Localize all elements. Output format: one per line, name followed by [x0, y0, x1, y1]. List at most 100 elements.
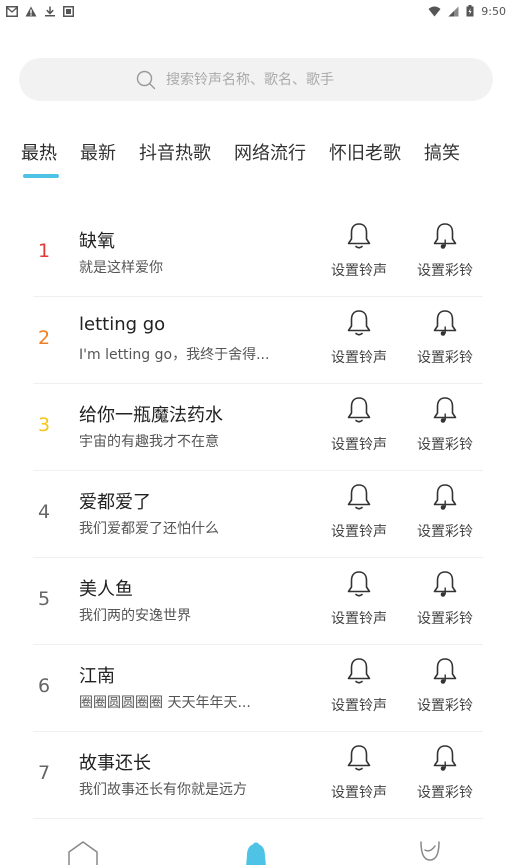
set-ringtone-label: 设置铃声: [331, 350, 387, 366]
tab-label: 搞笑: [424, 143, 460, 164]
tab-funny[interactable]: 搞笑: [424, 140, 460, 180]
set-ringtone-button[interactable]: 设置铃声: [323, 742, 395, 812]
search-bar[interactable]: [19, 58, 493, 101]
active-tab-indicator: [23, 174, 59, 178]
tab-newest[interactable]: 最新: [80, 140, 116, 180]
bell-icon: [246, 842, 266, 865]
tab-label: 怀旧老歌: [329, 143, 401, 164]
bell-icon: [347, 397, 371, 423]
song-row[interactable]: 3 给你一瓶魔法药水 宇宙的有趣我才不在意 设置铃声 设置彩铃: [33, 384, 483, 471]
tab-hottest[interactable]: 最热: [21, 140, 59, 180]
song-row[interactable]: 1 缺氧 就是这样爱你 设置铃声 设置彩铃: [33, 210, 483, 297]
set-crbt-button[interactable]: 设置彩铃: [409, 220, 481, 290]
song-row[interactable]: 2 letting go I'm letting go，我终于舍得... 设置铃…: [33, 297, 483, 384]
set-crbt-label: 设置彩铃: [417, 785, 473, 801]
song-subtitle: 就是这样爱你: [79, 260, 163, 276]
set-ringtone-button[interactable]: 设置铃声: [323, 568, 395, 638]
song-subtitle: 我们两的安逸世界: [79, 608, 191, 624]
set-ringtone-button[interactable]: 设置铃声: [323, 307, 395, 377]
set-crbt-label: 设置彩铃: [417, 350, 473, 366]
set-crbt-button[interactable]: 设置彩铃: [409, 481, 481, 551]
bell-music-icon: [433, 571, 457, 597]
song-title: letting go: [79, 314, 166, 335]
song-rank: 7: [37, 762, 51, 784]
set-ringtone-label: 设置铃声: [331, 524, 387, 540]
download-icon: [45, 6, 55, 16]
set-ringtone-label: 设置铃声: [331, 611, 387, 627]
song-subtitle: 我们爱都爱了还怕什么: [79, 521, 219, 537]
song-title: 缺氧: [79, 231, 115, 252]
song-rank: 5: [37, 588, 51, 610]
bell-music-icon: [433, 397, 457, 423]
set-crbt-label: 设置彩铃: [417, 263, 473, 279]
search-input[interactable]: [166, 71, 376, 88]
song-list: 1 缺氧 就是这样爱你 设置铃声 设置彩铃 2 letting go I'm l…: [33, 210, 483, 819]
bell-music-icon: [433, 658, 457, 684]
bell-icon: [347, 745, 371, 771]
tab-internet-popular[interactable]: 网络流行: [234, 140, 306, 180]
set-crbt-label: 设置彩铃: [417, 437, 473, 453]
warning-icon: [25, 6, 37, 16]
bottom-nav: [0, 836, 512, 865]
set-crbt-button[interactable]: 设置彩铃: [409, 394, 481, 464]
song-subtitle: 宇宙的有趣我才不在意: [79, 434, 219, 450]
status-right-icons: 9:50: [428, 5, 506, 18]
set-ringtone-button[interactable]: 设置铃声: [323, 220, 395, 290]
bell-icon: [347, 223, 371, 249]
set-crbt-button[interactable]: 设置彩铃: [409, 307, 481, 377]
nav-ringtones[interactable]: [236, 840, 276, 865]
song-title: 江南: [79, 666, 115, 687]
song-subtitle: 我们故事还长有你就是远方: [79, 782, 247, 798]
status-left-icons: [6, 5, 74, 17]
song-title: 美人鱼: [79, 579, 133, 600]
set-ringtone-label: 设置铃声: [331, 263, 387, 279]
bell-music-icon: [433, 745, 457, 771]
bell-music-icon: [433, 484, 457, 510]
tab-label: 网络流行: [234, 143, 306, 164]
song-row[interactable]: 5 美人鱼 我们两的安逸世界 设置铃声 设置彩铃: [33, 558, 483, 645]
bell-music-icon: [433, 223, 457, 249]
song-rank: 1: [37, 240, 51, 262]
song-row[interactable]: 6 江南 圈圈圆圆圈圈 天天年年天... 设置铃声 设置彩铃: [33, 645, 483, 732]
status-time: 9:50: [481, 4, 506, 18]
tab-label: 最新: [80, 143, 116, 164]
bell-icon: [347, 310, 371, 336]
app-icon: [63, 5, 74, 17]
search-icon: [136, 70, 156, 89]
tab-label: 最热: [21, 143, 57, 164]
set-ringtone-button[interactable]: 设置铃声: [323, 655, 395, 725]
tab-label: 抖音热歌: [139, 143, 211, 164]
tab-oldies[interactable]: 怀旧老歌: [329, 140, 401, 180]
song-title: 故事还长: [79, 753, 151, 774]
song-rank: 4: [37, 501, 51, 523]
set-ringtone-button[interactable]: 设置铃声: [323, 481, 395, 551]
song-rank: 3: [37, 414, 51, 436]
set-ringtone-label: 设置铃声: [331, 698, 387, 714]
signal-icon: [448, 6, 459, 16]
song-rank: 2: [37, 327, 51, 349]
set-ringtone-button[interactable]: 设置铃声: [323, 394, 395, 464]
set-ringtone-label: 设置铃声: [331, 785, 387, 801]
mail-icon: [6, 5, 18, 17]
song-row[interactable]: 4 爱都爱了 我们爱都爱了还怕什么 设置铃声 设置彩铃: [33, 471, 483, 558]
nav-profile[interactable]: [410, 840, 450, 865]
set-crbt-button[interactable]: 设置彩铃: [409, 655, 481, 725]
set-crbt-label: 设置彩铃: [417, 524, 473, 540]
status-bar: 9:50: [0, 0, 512, 22]
battery-icon: [466, 5, 474, 17]
set-crbt-label: 设置彩铃: [417, 698, 473, 714]
bell-music-icon: [433, 310, 457, 336]
set-crbt-label: 设置彩铃: [417, 611, 473, 627]
bell-icon: [347, 658, 371, 684]
category-tabs: 最热 最新 抖音热歌 网络流行 怀旧老歌 搞笑: [21, 140, 512, 184]
tab-douyin-hits[interactable]: 抖音热歌: [139, 140, 211, 180]
nav-home[interactable]: [63, 840, 103, 865]
set-crbt-button[interactable]: 设置彩铃: [409, 568, 481, 638]
song-subtitle: I'm letting go，我终于舍得...: [79, 347, 270, 363]
set-crbt-button[interactable]: 设置彩铃: [409, 742, 481, 812]
home-icon: [68, 841, 98, 865]
wifi-icon: [428, 6, 441, 16]
song-row[interactable]: 7 故事还长 我们故事还长有你就是远方 设置铃声 设置彩铃: [33, 732, 483, 819]
bell-icon: [347, 571, 371, 597]
song-rank: 6: [37, 675, 51, 697]
